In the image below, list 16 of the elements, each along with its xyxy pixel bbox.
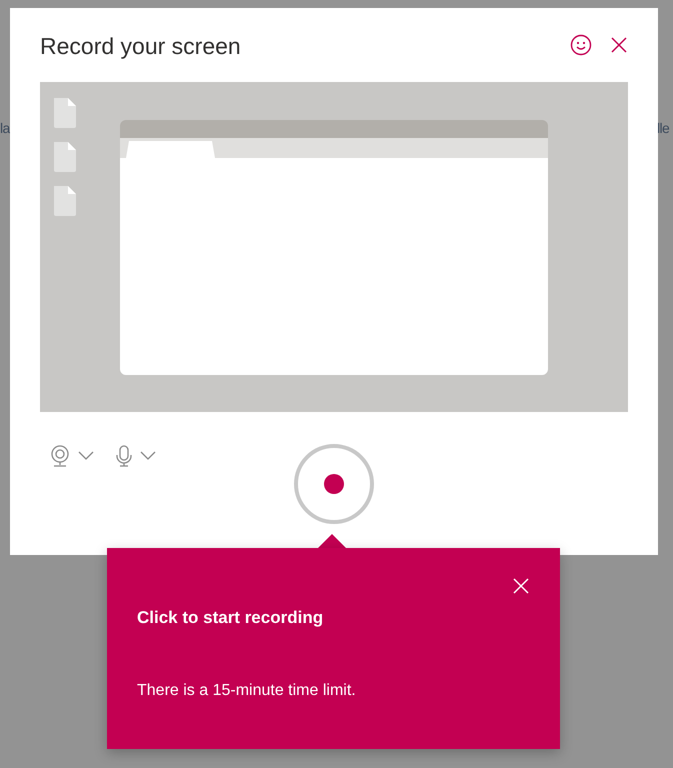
close-icon	[512, 577, 530, 595]
callout-title: Click to start recording	[137, 607, 324, 629]
feedback-button[interactable]	[570, 34, 592, 56]
microphone-icon	[116, 445, 132, 467]
callout-text: There is a 15-minute time limit.	[137, 681, 356, 701]
dialog-title: Record your screen	[40, 32, 241, 61]
background-text: la	[0, 119, 10, 138]
background-text: lle	[657, 119, 670, 138]
webcam-icon	[50, 445, 70, 467]
smiley-icon	[570, 34, 592, 56]
camera-dropdown[interactable]	[50, 445, 94, 467]
record-icon	[324, 474, 344, 494]
close-button[interactable]	[512, 577, 530, 595]
chevron-down-icon	[78, 451, 94, 461]
chevron-down-icon	[140, 451, 156, 461]
microphone-dropdown[interactable]	[116, 445, 156, 467]
